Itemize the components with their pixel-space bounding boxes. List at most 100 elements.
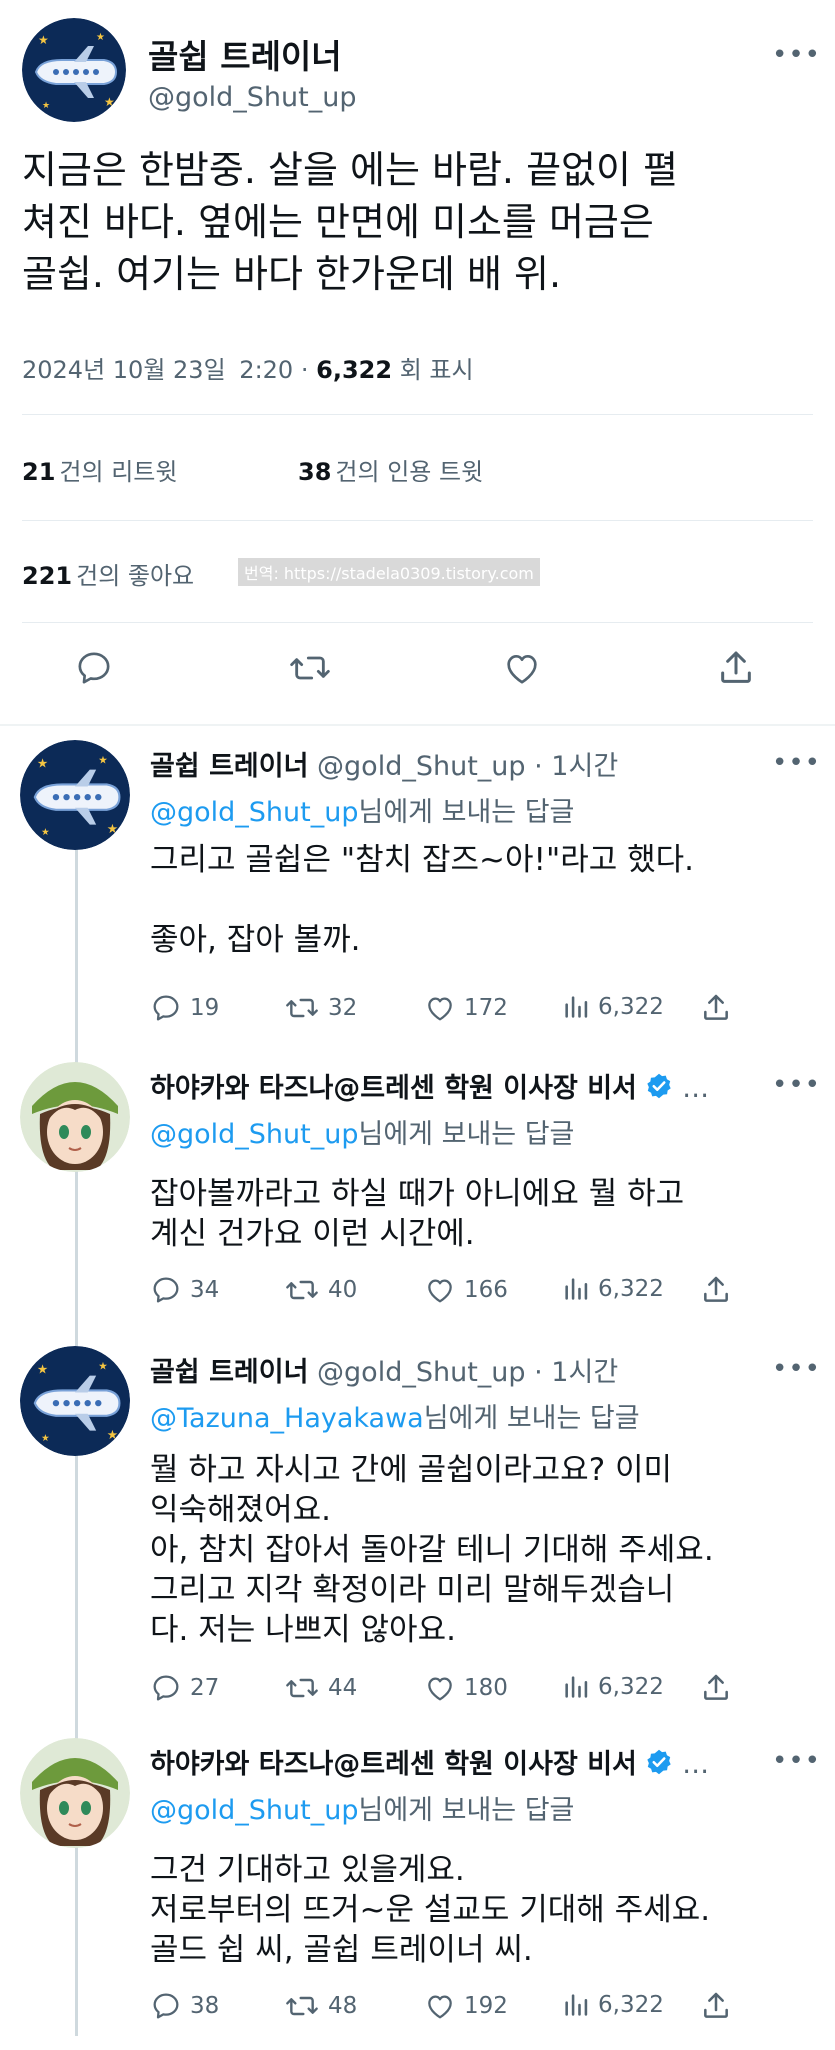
retweet-count: 44 [328, 1675, 358, 1701]
reply-time[interactable]: · 1시간 [534, 1357, 618, 1388]
share-icon [704, 1992, 728, 2018]
reply-text-line: 그리고 지각 확정이라 미리 말해두겠습니 [150, 1572, 675, 1608]
reply-like-button[interactable]: 192 [424, 1990, 508, 2022]
reply-text-line [150, 880, 815, 920]
like-icon [428, 997, 452, 1021]
share-button[interactable] [716, 648, 756, 692]
reply-author-name[interactable]: 골쉽 트레이너 [150, 751, 308, 782]
reply-to-handle[interactable]: @gold_Shut_up [150, 1119, 359, 1150]
view-count-label: 회 표시 [399, 356, 474, 384]
reply-button[interactable] [74, 648, 114, 692]
reply-like-button[interactable]: 180 [424, 1672, 508, 1704]
reply-retweet-button[interactable]: 44 [284, 1672, 357, 1704]
comment-count: 34 [190, 1277, 220, 1303]
reply-to-handle[interactable]: @Tazuna_Hayakawa [150, 1403, 424, 1434]
view-count: 6,322 [598, 1276, 664, 1302]
tweet-text-line: 골쉽. 여기는 바다 한가운데 배 위. [22, 252, 562, 296]
thread-line [75, 1454, 78, 1740]
reply-retweet-button[interactable]: 48 [284, 1990, 357, 2022]
reply-time[interactable]: … [682, 1749, 709, 1780]
airplane-avatar-icon: ★ ★ ★ ★ [22, 18, 126, 122]
share-icon [704, 994, 728, 1020]
like-icon [428, 1995, 452, 2019]
reply-comment-button[interactable]: 19 [150, 992, 219, 1024]
more-options-button[interactable]: ••• [772, 1746, 821, 1776]
reply-views-button[interactable]: 6,322 [562, 992, 664, 1022]
reply-icon [153, 1675, 179, 1701]
svg-text:★: ★ [98, 1360, 107, 1372]
reply-author-handle[interactable]: @gold_Shut_up [317, 751, 526, 782]
more-options-button[interactable]: ••• [772, 1354, 821, 1384]
thread-line [75, 1846, 78, 2036]
reply-header: 하야카와 타즈나@트레센 학원 이사장 비서 … [150, 1742, 709, 1781]
reply-text-line: 좋아, 잡아 볼까. [150, 922, 361, 958]
reply-views-button[interactable]: 6,322 [562, 1274, 664, 1304]
quote-label: 건의 인용 트윗 [335, 458, 484, 486]
avatar[interactable]: ★ ★ ★ ★ [20, 1346, 130, 1456]
svg-text:★: ★ [41, 1433, 50, 1444]
avatar[interactable]: ★ ★ ★ ★ [22, 18, 126, 122]
retweet-icon [286, 1996, 318, 2016]
svg-text:★: ★ [41, 827, 50, 838]
quote-stat[interactable]: 38 건의 인용 트윗 [298, 452, 483, 487]
airplane-avatar-icon: ★ ★ ★ ★ [20, 740, 130, 850]
tweet-date[interactable]: 2024년 10월 23일 [22, 356, 226, 384]
svg-text:★: ★ [107, 1427, 118, 1442]
like-count: 172 [464, 995, 508, 1021]
like-stat[interactable]: 221 건의 좋아요 [22, 556, 194, 591]
reply-author-name[interactable]: 하야카와 타즈나@트레센 학원 이사장 비서 [150, 1073, 637, 1104]
reply-text: 그건 기대하고 있을게요. 저로부터의 뜨거~운 설교도 기대해 주세요. 골드… [150, 1850, 815, 1970]
svg-text:★: ★ [107, 821, 118, 836]
reply-text-line: 익숙해졌어요. [150, 1492, 331, 1528]
avatar[interactable] [20, 1738, 130, 1848]
reply-views-button[interactable]: 6,322 [562, 1990, 664, 2020]
section-separator [0, 724, 835, 726]
reply-author-handle[interactable]: @gold_Shut_up [317, 1357, 526, 1388]
reply-comment-button[interactable]: 38 [150, 1990, 219, 2022]
more-options-button[interactable]: ••• [772, 40, 821, 70]
like-icon [428, 1279, 452, 1303]
retweet-button[interactable] [288, 648, 332, 692]
author-name[interactable]: 골쉽 트레이너 [148, 30, 342, 78]
reply-author-name[interactable]: 하야카와 타즈나@트레센 학원 이사장 비서 [150, 1749, 637, 1780]
reply-author-name[interactable]: 골쉽 트레이너 [150, 1357, 308, 1388]
reply-to-suffix: 님에게 보내는 답글 [358, 1119, 575, 1150]
reply-header: 하야카와 타즈나@트레센 학원 이사장 비서 … [150, 1066, 709, 1105]
reply-to-suffix: 님에게 보내는 답글 [358, 1795, 575, 1826]
more-options-button[interactable]: ••• [772, 748, 821, 778]
reply-share-button[interactable] [700, 992, 732, 1024]
reply-share-button[interactable] [700, 1672, 732, 1704]
divider [22, 414, 813, 415]
more-options-button[interactable]: ••• [772, 1070, 821, 1100]
author-handle[interactable]: @gold_Shut_up [148, 82, 357, 113]
like-count: 192 [464, 1993, 508, 2019]
reply-comment-button[interactable]: 27 [150, 1672, 219, 1704]
view-count: 6,322 [598, 1674, 664, 1700]
views-icon [565, 1676, 588, 1698]
reply-icon [153, 995, 179, 1021]
avatar[interactable] [20, 1062, 130, 1172]
reply-views-button[interactable]: 6,322 [562, 1672, 664, 1702]
reply-share-button[interactable] [700, 1274, 732, 1306]
reply-share-button[interactable] [700, 1990, 732, 2022]
retweet-stat[interactable]: 21 건의 리트윗 [22, 452, 177, 487]
avatar[interactable]: ★ ★ ★ ★ [20, 740, 130, 850]
tweet-text-line: 지금은 한밤중. 살을 에는 바람. 끝없이 펼 [22, 148, 678, 192]
like-button[interactable] [502, 648, 542, 692]
reply-like-button[interactable]: 172 [424, 992, 508, 1024]
reply-text-line: 아, 참치 잡아서 돌아갈 테니 기대해 주세요. [150, 1532, 714, 1568]
meta-dot: · [300, 356, 309, 384]
reply-like-button[interactable]: 166 [424, 1274, 508, 1306]
tweet-time[interactable]: 2:20 [239, 356, 293, 384]
reply-retweet-button[interactable]: 40 [284, 1274, 357, 1306]
reply-to-handle[interactable]: @gold_Shut_up [150, 1795, 359, 1826]
reply-time[interactable]: … [682, 1073, 709, 1104]
views-icon [565, 1994, 588, 2016]
reply-to-handle[interactable]: @gold_Shut_up [150, 797, 359, 828]
reply-comment-button[interactable]: 34 [150, 1274, 219, 1306]
reply-text: 그리고 골쉽은 "참치 잡즈~아!"라고 했다. 좋아, 잡아 볼까. [150, 840, 815, 960]
reply-text-line: 골드 쉽 씨, 골쉽 트레이너 씨. [150, 1932, 533, 1968]
reply-retweet-button[interactable]: 32 [284, 992, 357, 1024]
reply-time[interactable]: · 1시간 [534, 751, 618, 782]
verified-badge-icon [647, 1749, 672, 1775]
